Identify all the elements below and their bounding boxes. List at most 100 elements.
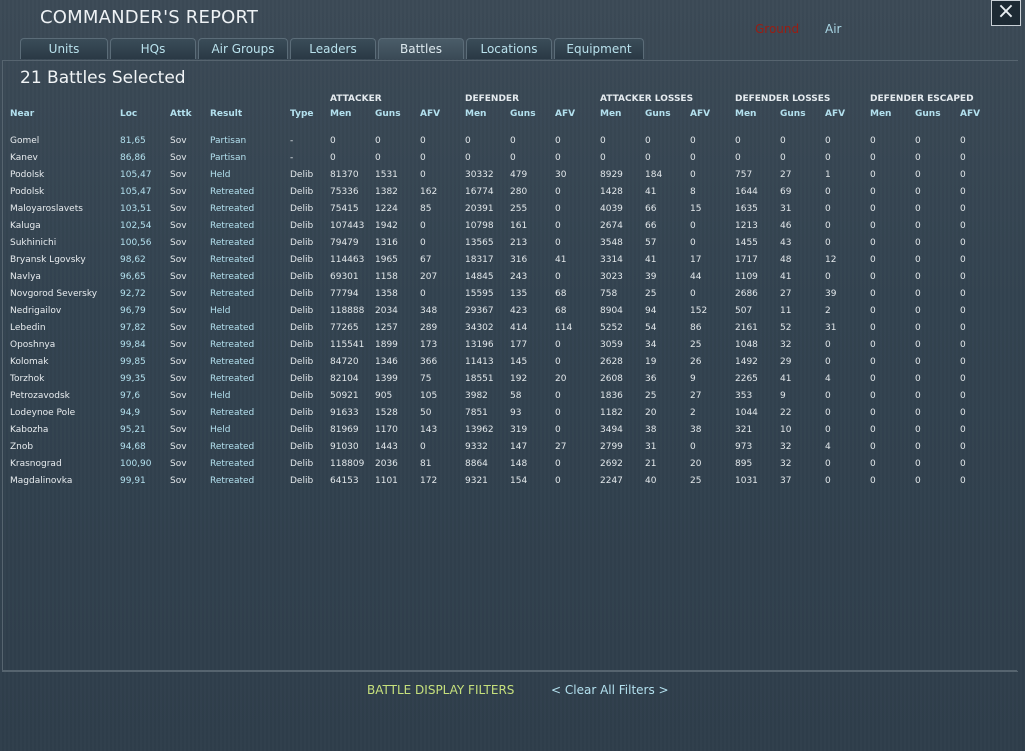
clear-all-filters-link[interactable]: < Clear All Filters > [551,683,669,697]
cell-attk: Sov [170,459,187,469]
cell-def-afv: 114 [555,323,573,333]
column-header-att-guns[interactable]: Guns [375,109,401,119]
tab-air-groups[interactable]: Air Groups [198,38,288,59]
column-header-esc-men[interactable]: Men [870,109,891,119]
cell-attloss-men: 2799 [600,442,623,452]
tab-locations[interactable]: Locations [466,38,552,59]
cell-defloss-men: 1717 [735,255,758,265]
cell-attk: Sov [170,391,187,401]
cell-attk: Sov [170,204,187,214]
cell-attloss-guns: 25 [645,289,657,299]
cell-att-men: 75336 [330,187,359,197]
cell-near: Novgorod Seversky [10,289,98,299]
cell-def-men: 15595 [465,289,494,299]
cell-type: Delib [290,306,314,316]
cell-defloss-afv: 0 [825,187,831,197]
cell-esc-men: 0 [870,306,876,316]
cell-attloss-guns: 20 [645,408,657,418]
cell-def-afv: 0 [555,136,561,146]
cell-defloss-guns: 52 [780,323,792,333]
cell-attloss-men: 5252 [600,323,623,333]
column-header-attloss-guns[interactable]: Guns [645,109,671,119]
column-header-attloss-men[interactable]: Men [600,109,621,119]
cell-attloss-guns: 34 [645,340,657,350]
cell-defloss-men: 1213 [735,221,758,231]
mode-ground-toggle[interactable]: Ground [755,22,799,36]
cell-attloss-afv: 17 [690,255,702,265]
cell-att-guns: 1899 [375,340,398,350]
cell-attloss-guns: 0 [645,153,651,163]
close-button[interactable]: × [991,0,1021,26]
cell-att-men: 91633 [330,408,359,418]
cell-def-guns: 479 [510,170,528,180]
tab-leaders[interactable]: Leaders [290,38,376,59]
cell-near: Sukhinichi [10,238,57,248]
cell-esc-afv: 0 [960,425,966,435]
column-header-def-guns[interactable]: Guns [510,109,536,119]
cell-attloss-afv: 152 [690,306,708,316]
column-header-type[interactable]: Type [290,109,313,119]
cell-attloss-afv: 0 [690,153,696,163]
column-header-esc-guns[interactable]: Guns [915,109,941,119]
mode-air-toggle[interactable]: Air [825,22,841,36]
column-header-esc-afv[interactable]: AFV [960,109,980,119]
cell-att-guns: 1101 [375,476,398,486]
cell-result: Held [210,391,231,401]
cell-att-afv: 162 [420,187,438,197]
cell-attloss-men: 8929 [600,170,623,180]
cell-attloss-men: 3314 [600,255,623,265]
cell-attloss-afv: 0 [690,170,696,180]
cell-loc: 96,79 [120,306,146,316]
column-header-att-men[interactable]: Men [330,109,351,119]
column-header-att-afv[interactable]: AFV [420,109,440,119]
column-header-result[interactable]: Result [210,109,242,119]
cell-def-afv: 41 [555,255,567,265]
cell-att-afv: 75 [420,374,432,384]
cell-result: Retreated [210,221,255,231]
cell-loc: 94,68 [120,442,146,452]
cell-att-afv: 105 [420,391,438,401]
cell-attloss-men: 3023 [600,272,623,282]
cell-att-guns: 2034 [375,306,398,316]
tab-battles[interactable]: Battles [378,38,464,59]
cell-attloss-men: 758 [600,289,618,299]
cell-near: Maloyaroslavets [10,204,83,214]
cell-attloss-afv: 0 [690,238,696,248]
cell-loc: 97,6 [120,391,141,401]
cell-result: Retreated [210,204,255,214]
cell-attloss-afv: 0 [690,442,696,452]
tab-units[interactable]: Units [20,38,108,59]
cell-att-guns: 1346 [375,357,398,367]
cell-defloss-afv: 0 [825,408,831,418]
tab-hqs[interactable]: HQs [110,38,196,59]
column-header-def-men[interactable]: Men [465,109,486,119]
cell-att-guns: 1382 [375,187,398,197]
cell-esc-men: 0 [870,187,876,197]
cell-defloss-men: 321 [735,425,753,435]
cell-loc: 92,72 [120,289,146,299]
column-header-defloss-guns[interactable]: Guns [780,109,806,119]
cell-attloss-guns: 21 [645,459,657,469]
cell-att-men: 75415 [330,204,359,214]
cell-result: Retreated [210,187,255,197]
cell-att-guns: 1170 [375,425,398,435]
cell-esc-afv: 0 [960,476,966,486]
cell-attloss-afv: 0 [690,289,696,299]
cell-esc-guns: 0 [915,153,921,163]
column-header-defloss-men[interactable]: Men [735,109,756,119]
cell-esc-guns: 0 [915,459,921,469]
cell-attk: Sov [170,272,187,282]
column-header-def-afv[interactable]: AFV [555,109,575,119]
column-header-near[interactable]: Near [10,109,34,119]
cell-att-men: 0 [330,153,336,163]
cell-att-men: 115541 [330,340,365,350]
column-header-attk[interactable]: Attk [170,109,192,119]
cell-defloss-men: 353 [735,391,753,401]
column-header-defloss-afv[interactable]: AFV [825,109,845,119]
column-header-attloss-afv[interactable]: AFV [690,109,710,119]
cell-attloss-guns: 57 [645,238,657,248]
tab-equipment[interactable]: Equipment [554,38,644,59]
cell-defloss-afv: 0 [825,272,831,282]
column-header-loc[interactable]: Loc [120,109,137,119]
cell-attk: Sov [170,221,187,231]
